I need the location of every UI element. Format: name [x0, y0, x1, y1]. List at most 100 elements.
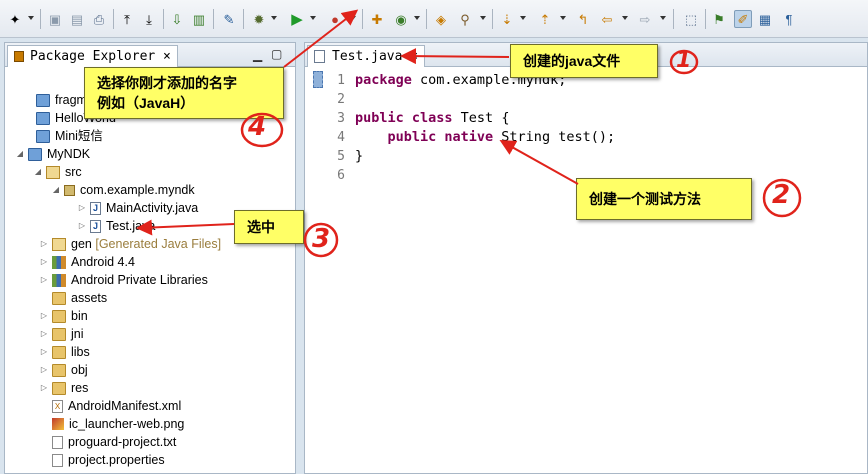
external-tools-icon[interactable]: ●: [326, 10, 344, 28]
search-dropdown-icon[interactable]: [480, 16, 486, 20]
expand-icon[interactable]: ▷: [77, 217, 87, 235]
expand-icon[interactable]: ▷: [77, 199, 87, 217]
show-whitespace-icon[interactable]: ¶: [780, 10, 798, 28]
java-file-icon: J: [90, 219, 101, 233]
step-number-2: 2: [772, 180, 791, 210]
tree-item-project-properties[interactable]: project.properties: [39, 451, 165, 469]
export-icon[interactable]: ⤒: [118, 10, 136, 28]
tree-item-label: proguard-project.txt: [68, 435, 177, 449]
open-type-icon[interactable]: ◈: [432, 10, 450, 28]
expand-icon[interactable]: ▷: [39, 271, 49, 289]
external-tools-dropdown-icon[interactable]: [350, 16, 356, 20]
tree-item-label: Mini短信: [55, 129, 103, 143]
project-folder-icon: [36, 93, 50, 107]
tree-item-label: MyNDK: [47, 147, 91, 161]
tree-item-myndk[interactable]: ◢ MyNDK: [15, 145, 90, 163]
run-icon[interactable]: ▶: [288, 10, 306, 28]
expand-icon[interactable]: ▷: [39, 379, 49, 397]
tree-item-src[interactable]: ◢ src: [33, 163, 82, 181]
pin-editor-icon[interactable]: ⬚: [682, 10, 700, 28]
tree-item-libs[interactable]: ▷ libs: [39, 343, 90, 361]
tree-item-test-java[interactable]: ▷ J Test.java: [77, 217, 155, 235]
collapse-icon[interactable]: ◢: [51, 181, 61, 199]
code-text: String test();: [493, 129, 616, 145]
tree-item-launcher-png[interactable]: ic_launcher-web.png: [39, 415, 184, 433]
tree-item-obj[interactable]: ▷ obj: [39, 361, 88, 379]
tree-item-fragm[interactable]: fragm: [23, 91, 87, 109]
toolbar-separator: [213, 9, 214, 29]
last-edit-location-icon[interactable]: ↰: [574, 10, 592, 28]
forward-dropdown-icon[interactable]: [660, 16, 666, 20]
keyword: package: [355, 72, 412, 88]
android-avd-icon[interactable]: ▥: [190, 10, 208, 28]
next-annotation-icon[interactable]: ⇣: [498, 10, 516, 28]
tree-item-label: Android 4.4: [71, 255, 135, 269]
project-folder-icon: [36, 111, 50, 125]
expand-icon[interactable]: ▷: [39, 361, 49, 379]
toggle-breadcrumb-icon[interactable]: ⚑: [710, 10, 728, 28]
save-icon[interactable]: ▣: [46, 10, 64, 28]
toggle-mark-occurrences-icon[interactable]: ✐: [734, 10, 752, 28]
next-annotation-dropdown-icon[interactable]: [520, 16, 526, 20]
tree-item-private-libraries[interactable]: ▷ Android Private Libraries: [39, 271, 208, 289]
debug-icon[interactable]: ✹: [250, 10, 268, 28]
collapse-icon[interactable]: ◢: [33, 163, 43, 181]
new-class-dropdown-icon[interactable]: [414, 16, 420, 20]
android-sdk-icon[interactable]: ⇩: [168, 10, 186, 28]
tree-item-label: res: [71, 381, 89, 395]
tree-item-label: project.properties: [68, 453, 165, 467]
search-icon[interactable]: ⚲: [456, 10, 474, 28]
expand-icon[interactable]: ▷: [39, 307, 49, 325]
expand-icon[interactable]: ▷: [39, 325, 49, 343]
annotation-text: 选中: [247, 219, 275, 235]
folder-icon: [52, 291, 66, 305]
forward-icon[interactable]: ⇨: [636, 10, 654, 28]
prev-annotation-dropdown-icon[interactable]: [560, 16, 566, 20]
tree-item-mini[interactable]: Mini短信: [23, 127, 103, 145]
tree-item-label: gen: [71, 237, 92, 251]
new-dropdown-icon[interactable]: [28, 16, 34, 20]
tree-item-res[interactable]: ▷ res: [39, 379, 88, 397]
tree-item-mainactivity[interactable]: ▷ J MainActivity.java: [77, 199, 198, 217]
expand-icon[interactable]: ▷: [39, 235, 49, 253]
debug-dropdown-icon[interactable]: [271, 16, 277, 20]
tree-item-label: AndroidManifest.xml: [68, 399, 182, 413]
new-class-icon[interactable]: ◉: [392, 10, 410, 28]
tree-item-jni[interactable]: ▷ jni: [39, 325, 84, 343]
tree-item-proguard[interactable]: proguard-project.txt: [39, 433, 176, 451]
print-icon[interactable]: ⎙: [90, 10, 108, 28]
tree-item-gen[interactable]: ▷ gen [Generated Java Files]: [39, 235, 221, 253]
tree-item-manifest[interactable]: X AndroidManifest.xml: [39, 397, 181, 415]
import-icon[interactable]: ⤓: [140, 10, 158, 28]
expand-icon[interactable]: ▷: [39, 343, 49, 361]
step-number-4: 4: [248, 112, 267, 142]
back-icon[interactable]: ⇦: [598, 10, 616, 28]
tree-item-bin[interactable]: ▷ bin: [39, 307, 88, 325]
save-all-icon[interactable]: ▤: [68, 10, 86, 28]
back-dropdown-icon[interactable]: [622, 16, 628, 20]
tree-item-android-44[interactable]: ▷ Android 4.4: [39, 253, 135, 271]
collapse-icon[interactable]: ◢: [15, 145, 25, 163]
source-folder-icon: [52, 237, 66, 251]
code-text-area[interactable]: package com.example.myndk; public class …: [305, 69, 867, 473]
new-java-project-icon[interactable]: ✚: [368, 10, 386, 28]
tree-item-package[interactable]: ◢ com.example.myndk: [51, 181, 195, 199]
lint-icon[interactable]: ✎: [220, 10, 238, 28]
xml-file-icon: X: [52, 399, 63, 413]
tree-item-assets[interactable]: assets: [39, 289, 107, 307]
prev-annotation-icon[interactable]: ⇡: [536, 10, 554, 28]
tab-test-java[interactable]: Test.java ×: [307, 45, 426, 67]
new-icon[interactable]: ✦: [6, 10, 24, 28]
toggle-block-selection-icon[interactable]: ▦: [756, 10, 774, 28]
maximize-icon[interactable]: ▢: [271, 47, 282, 61]
expand-icon[interactable]: ▷: [39, 253, 49, 271]
package-explorer-icon: [14, 51, 24, 62]
run-dropdown-icon[interactable]: [310, 16, 316, 20]
minimize-icon[interactable]: ▁: [253, 48, 262, 62]
tree-item-label: bin: [71, 309, 88, 323]
project-folder-icon: [36, 129, 50, 143]
annotation-java-file: 创建的java文件: [510, 44, 658, 78]
source-folder-icon: [46, 165, 60, 179]
tab-package-explorer[interactable]: Package Explorer ×: [7, 45, 178, 67]
tree-item-label: ic_launcher-web.png: [69, 417, 185, 431]
